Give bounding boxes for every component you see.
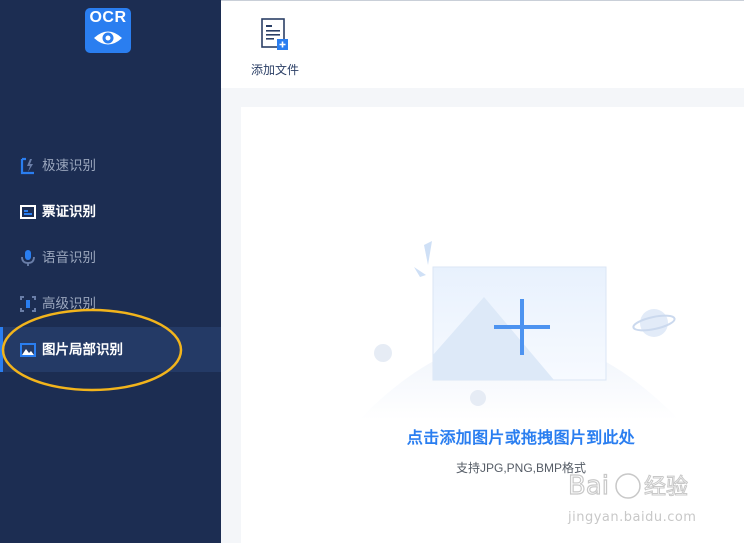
logo-text: OCR bbox=[89, 9, 127, 26]
image-icon bbox=[20, 343, 36, 357]
add-file-icon bbox=[261, 18, 288, 50]
sidebar-item-image-partial-recognition[interactable]: 图片局部识别 bbox=[0, 327, 221, 372]
watermark-url: jingyan.baidu.com bbox=[568, 510, 697, 525]
sidebar-item-advanced-recognition[interactable]: 高级识别 bbox=[0, 281, 221, 326]
scan-frame-icon bbox=[20, 296, 36, 312]
add-file-label: 添加文件 bbox=[250, 63, 299, 77]
baidu-watermark-logo: Bai 经验 bbox=[567, 470, 688, 501]
drop-zone-title: 点击添加图片或拖拽图片到此处 bbox=[406, 430, 636, 447]
ticket-icon bbox=[20, 205, 36, 219]
sidebar-item-label: 极速识别 bbox=[42, 158, 96, 173]
sidebar-item-label: 语音识别 bbox=[42, 250, 96, 265]
sidebar-item-label: 高级识别 bbox=[42, 296, 96, 311]
sidebar-item-label: 图片局部识别 bbox=[42, 342, 123, 357]
sidebar-item-label: 票证识别 bbox=[42, 204, 96, 219]
app-logo: OCR bbox=[85, 8, 131, 53]
lightning-doc-icon bbox=[20, 157, 34, 175]
sidebar-item-voice-recognition[interactable]: 语音识别 bbox=[0, 235, 221, 280]
eye-icon bbox=[94, 31, 122, 45]
add-file-button[interactable]: 添加文件 bbox=[245, 13, 305, 81]
microphone-icon bbox=[21, 250, 35, 266]
upload-illustration bbox=[359, 241, 679, 420]
sidebar-item-ticket-recognition[interactable]: 票证识别 bbox=[0, 189, 221, 234]
sidebar-item-fast-recognition[interactable]: 极速识别 bbox=[0, 143, 221, 188]
svg-text:Bai: Bai bbox=[568, 471, 609, 501]
sidebar: OCR 极速识别 票证识别 语音识别 高级识别 图片局部识别 bbox=[0, 0, 221, 543]
svg-text:经验: 经验 bbox=[644, 475, 688, 500]
toolbar: 添加文件 bbox=[221, 0, 744, 88]
